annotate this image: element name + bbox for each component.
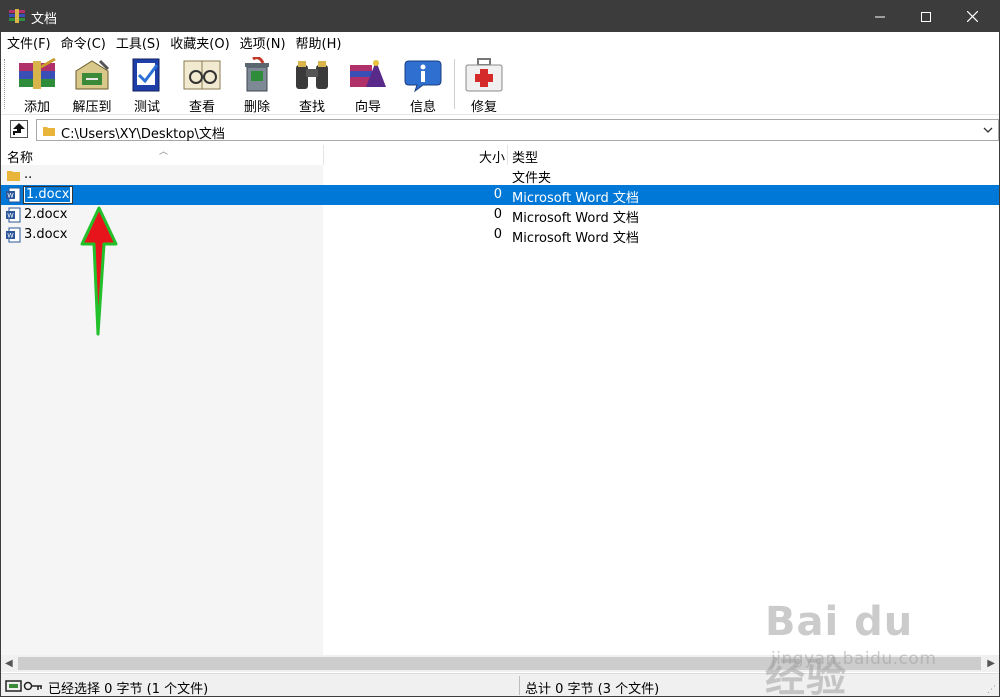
- file-list: 名称 ︿ 大小 类型 .. 文件夹 W 1.docx 0 Microsoft W…: [1, 145, 999, 655]
- find-binoculars-icon: [296, 61, 328, 89]
- list-item-3-docx[interactable]: W 3.docx 0 Microsoft Word 文档: [1, 225, 999, 246]
- svg-text:W: W: [7, 232, 14, 240]
- extract-icon: [75, 59, 110, 90]
- file-name: ..: [24, 167, 33, 182]
- close-button[interactable]: [949, 1, 995, 32]
- word-doc-icon: W: [6, 227, 21, 243]
- archive-lock-key-icon: [5, 680, 42, 692]
- status-total: 总计 0 字节 (3 个文件): [525, 682, 660, 697]
- find-label: 查找: [298, 100, 325, 115]
- toolbar-separator: [454, 59, 455, 109]
- folder-icon: [43, 127, 55, 136]
- info-button[interactable]: 信息: [396, 55, 450, 115]
- watermark-sub: jingyan.baidu.com: [771, 649, 937, 669]
- add-label: 添加: [23, 100, 50, 115]
- view-icon: [183, 60, 221, 90]
- window-title: 文档: [31, 12, 58, 27]
- info-label: 信息: [409, 100, 436, 115]
- list-item-1-docx[interactable]: W 1.docx 0 Microsoft Word 文档: [1, 185, 999, 206]
- svg-text:W: W: [7, 192, 14, 200]
- address-bar: C:\Users\XY\Desktop\文档: [1, 117, 999, 143]
- view-button[interactable]: 查看: [175, 55, 229, 115]
- menu-options[interactable]: 选项(N): [240, 33, 286, 52]
- repair-label: 修复: [470, 100, 497, 115]
- menu-commands[interactable]: 命令(C): [61, 33, 106, 52]
- wizard-icon: [350, 60, 386, 87]
- test-icon: [132, 58, 160, 92]
- resize-grip-icon[interactable]: ⋰: [987, 685, 996, 695]
- toolbar: 添加 解压到 测试 查看 删除 查找 向导 信息 修复: [1, 53, 999, 115]
- minimize-button[interactable]: [857, 1, 903, 32]
- column-divider[interactable]: [507, 145, 508, 165]
- find-button[interactable]: 查找: [285, 55, 339, 115]
- title-bar[interactable]: 文档: [1, 1, 999, 32]
- delete-button[interactable]: 删除: [230, 55, 284, 115]
- file-name: 2.docx: [24, 207, 68, 222]
- file-size: 0: [493, 207, 502, 222]
- file-type: Microsoft Word 文档: [512, 191, 639, 206]
- file-size: 0: [493, 227, 502, 242]
- rename-text-selected: 1.docx: [25, 187, 71, 202]
- file-size: 0: [493, 187, 502, 202]
- winrar-app-icon: [9, 9, 25, 23]
- add-button[interactable]: 添加: [10, 55, 64, 115]
- list-item-parent-folder[interactable]: .. 文件夹: [1, 165, 999, 186]
- menu-bar: 文件(F) 命令(C) 工具(S) 收藏夹(O) 选项(N) 帮助(H): [1, 32, 999, 53]
- path-text: C:\Users\XY\Desktop\文档: [61, 127, 225, 142]
- repair-button[interactable]: 修复: [457, 55, 511, 115]
- sort-ascending-icon: ︿: [159, 147, 169, 157]
- baidu-watermark: Bai du 经验 jingyan.baidu.com: [765, 591, 965, 696]
- rename-input[interactable]: 1.docx: [23, 186, 73, 204]
- add-archive-icon: [19, 57, 56, 89]
- test-label: 测试: [133, 100, 160, 115]
- extract-label: 解压到: [72, 100, 112, 115]
- watermark-main: Bai du 经验: [765, 599, 914, 697]
- menu-help[interactable]: 帮助(H): [296, 33, 342, 52]
- status-selected: 已经选择 0 字节 (1 个文件): [48, 682, 209, 697]
- word-doc-icon: W: [6, 207, 21, 223]
- delete-label: 删除: [243, 100, 270, 115]
- file-type: 文件夹: [512, 171, 552, 186]
- svg-text:W: W: [7, 212, 14, 220]
- repair-first-aid-icon: [465, 58, 503, 92]
- maximize-icon: [921, 11, 931, 22]
- word-doc-icon: W: [6, 187, 21, 203]
- list-item-2-docx[interactable]: W 2.docx 0 Microsoft Word 文档: [1, 205, 999, 226]
- up-folder-button[interactable]: [10, 120, 28, 138]
- up-arrow-icon: [13, 123, 25, 135]
- minimize-icon: [875, 16, 885, 17]
- status-divider: [519, 676, 520, 695]
- toolbar-grip[interactable]: [4, 59, 7, 109]
- column-divider[interactable]: [323, 145, 324, 165]
- folder-icon: [7, 171, 20, 181]
- path-combobox[interactable]: C:\Users\XY\Desktop\文档: [36, 119, 999, 142]
- maximize-button[interactable]: [903, 1, 949, 32]
- delete-icon: [245, 57, 269, 92]
- column-header-size[interactable]: 大小: [479, 147, 505, 166]
- column-header-type[interactable]: 类型: [512, 147, 538, 166]
- view-label: 查看: [188, 100, 215, 115]
- file-type: Microsoft Word 文档: [512, 211, 639, 226]
- annotation-arrow-icon: [80, 206, 118, 336]
- column-header-name[interactable]: 名称: [7, 147, 33, 166]
- test-button[interactable]: 测试: [120, 55, 174, 115]
- list-header: 名称 ︿ 大小 类型: [1, 145, 999, 166]
- info-icon: [404, 60, 442, 93]
- menu-tools[interactable]: 工具(S): [116, 33, 160, 52]
- scroll-right-icon[interactable]: ▶: [987, 658, 995, 669]
- wizard-label: 向导: [354, 100, 381, 115]
- winrar-window: 文档 文件(F) 命令(C) 工具(S) 收藏夹(O) 选项(N) 帮助(H): [0, 0, 1000, 697]
- menu-favorites[interactable]: 收藏夹(O): [170, 33, 229, 52]
- chevron-down-icon[interactable]: [982, 124, 994, 136]
- file-name: 3.docx: [24, 227, 68, 242]
- menu-file[interactable]: 文件(F): [7, 33, 51, 52]
- close-icon: [966, 11, 978, 22]
- file-type: Microsoft Word 文档: [512, 231, 639, 246]
- scroll-left-icon[interactable]: ◀: [5, 658, 13, 669]
- extract-button[interactable]: 解压到: [65, 55, 119, 115]
- wizard-button[interactable]: 向导: [341, 55, 395, 115]
